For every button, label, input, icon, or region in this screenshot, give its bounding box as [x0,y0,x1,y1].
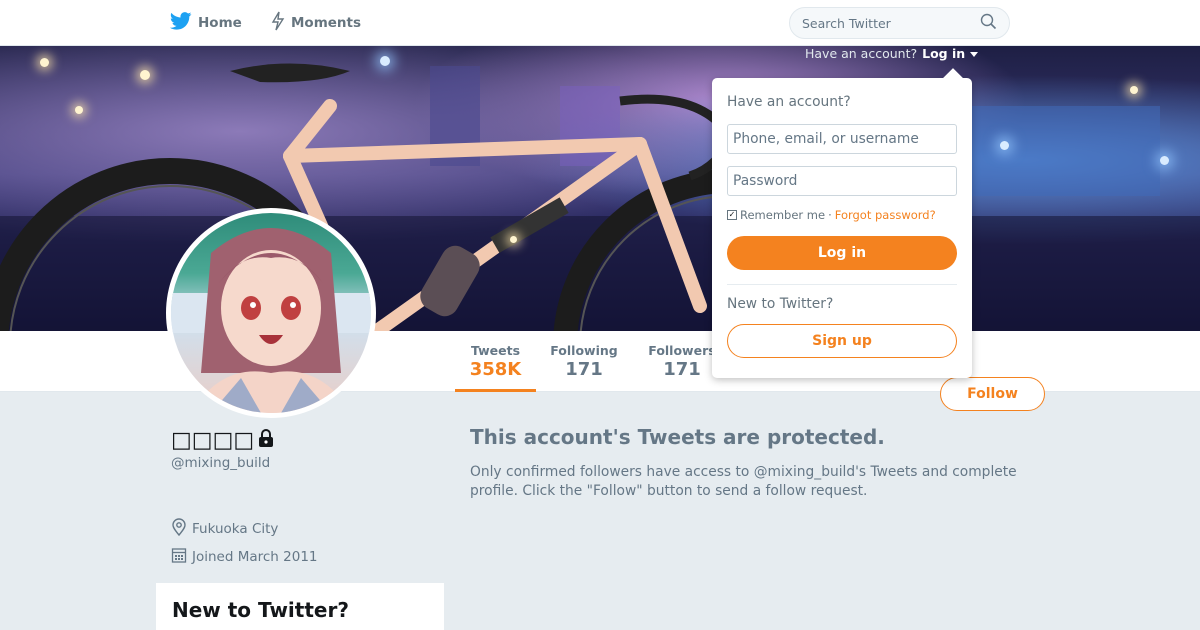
search-input[interactable] [802,15,980,31]
stat-value: 358K [469,359,522,380]
location-pin-icon [171,518,187,540]
display-name-text: □□□□ [171,428,255,453]
dropdown-divider [727,284,957,285]
signup-button[interactable]: Sign up [727,324,957,358]
remember-row: ✓ Remember me · Forgot password? [727,208,936,222]
username-field[interactable] [727,124,957,154]
stat-value: 171 [565,359,603,380]
calendar-icon [171,546,187,568]
login-link[interactable]: Log in [922,46,965,61]
separator: · [828,208,832,222]
search-icon[interactable] [980,13,997,34]
stat-label: Followers [648,343,716,358]
profile-display-name: □□□□ [171,428,274,453]
search-box [789,7,1010,39]
nav-moments-label: Moments [291,15,362,31]
protected-title: This account's Tweets are protected. [470,425,885,449]
twitter-bird-icon [169,12,192,34]
new-to-twitter-card: New to Twitter? [156,583,444,630]
profile-joined: Joined March 2011 [171,546,318,568]
nav-moments[interactable]: Moments [271,0,361,46]
account-prompt: Have an account? [805,46,918,61]
remember-label[interactable]: Remember me [740,208,825,222]
login-heading: Have an account? [727,94,851,110]
forgot-password-link[interactable]: Forgot password? [835,208,936,222]
stat-tweets[interactable]: Tweets 358K [455,331,536,392]
stat-value: 171 [663,359,701,380]
account-bar: Have an account? Log in [805,46,979,61]
login-dropdown: Have an account? ✓ Remember me · Forgot … [712,68,972,378]
new-to-twitter-label: New to Twitter? [727,296,834,312]
top-navigation-bar: Home Moments [0,0,1200,46]
stat-label: Following [550,343,618,358]
stat-following[interactable]: Following 171 [544,331,624,392]
new-to-twitter-heading: New to Twitter? [172,598,349,622]
profile-handle[interactable]: @mixing_build [171,455,270,471]
avatar[interactable] [166,208,376,418]
checkbox-icon[interactable]: ✓ [727,210,737,220]
lightning-icon [271,11,285,35]
stat-label: Tweets [470,343,521,358]
nav-home[interactable]: Home [169,0,242,46]
protected-description: Only confirmed followers have access to … [470,464,1017,499]
location-text: Fukuoka City [192,521,279,537]
lock-icon [258,428,274,453]
password-field[interactable] [727,166,957,196]
nav-home-label: Home [198,15,242,31]
login-button[interactable]: Log in [727,236,957,270]
stat-followers[interactable]: Followers 171 [643,331,721,392]
joined-text: Joined March 2011 [192,549,318,565]
caret-down-icon[interactable] [970,46,979,61]
avatar-illustration [171,228,371,413]
profile-location: Fukuoka City [171,518,278,540]
follow-button[interactable]: Follow [940,377,1045,411]
